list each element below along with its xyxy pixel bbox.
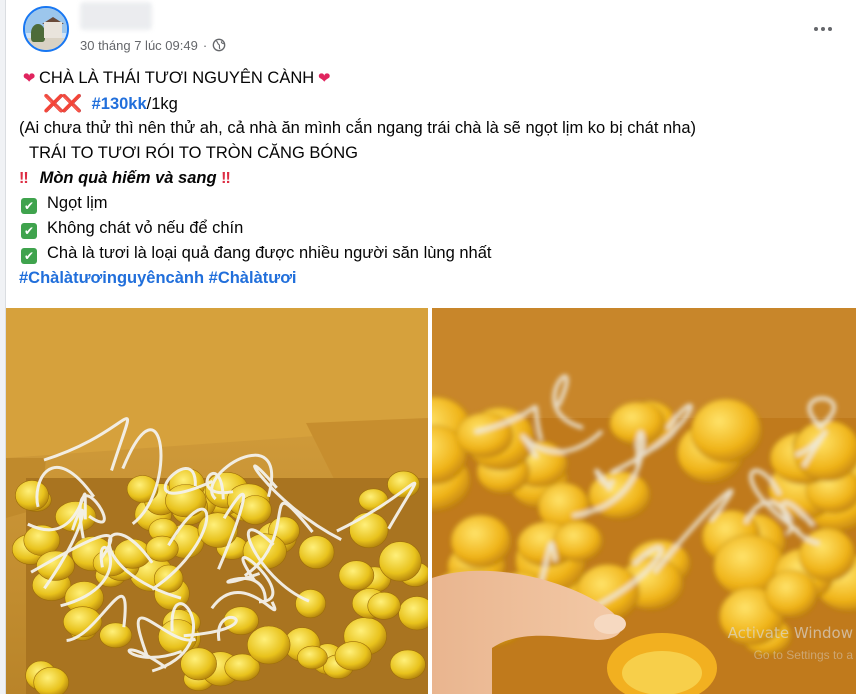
check-mark-icon: ✔ [21,198,37,214]
date-fruit [338,560,375,591]
date-fruit [367,591,401,620]
price-unit: /1kg [146,95,178,113]
date-fruit [298,535,335,569]
emphasis-text: Mòn quà hiếm và sang [39,169,217,187]
date-fruit [15,480,49,511]
bullet-item: ✔ Không chát vỏ nếu để chín [19,216,849,241]
date-fruit [297,645,328,670]
date-fruit [450,514,512,568]
bullet-text: Không chát vỏ nếu để chín [47,219,244,237]
hashtag-link[interactable]: #Chàlàtươinguyêncành [19,269,204,287]
photo-dates-closeup[interactable]: Activate Window Go to Settings to a [432,308,856,694]
windows-activation-subtext: Go to Settings to a [753,648,853,662]
date-fruit [180,647,217,681]
photo-grid: Activate Window Go to Settings to a [6,308,856,694]
post-text: ❤ CHÀ LÀ THÁI TƯƠI NGUYÊN CÀNH ❤ ❌❌ #130kk… [19,66,849,291]
check-mark-icon: ✔ [21,248,37,264]
bullet-item: ✔ Chà là tươi là loại quả đang được nhiều… [19,241,849,266]
double-exclamation-icon: ‼ [221,170,231,187]
date-fruit [247,625,291,665]
date-fruit [389,649,426,680]
date-fruit [358,488,389,512]
facebook-post: 30 tháng 7 lúc 09:49 · ❤ CHÀ LÀ THÁI TƯƠI… [5,0,856,694]
windows-activation-watermark: Activate Window [727,624,853,642]
double-exclamation-icon: ‼ [19,170,29,187]
hashtags-line: #Chàlàtươinguyêncành #Chàlàtươi [19,266,849,291]
post-timestamp[interactable]: 30 tháng 7 lúc 09:49 [80,38,198,53]
heart-icon: ❤ [317,70,331,87]
date-fruit [378,541,422,582]
bullet-text: Chà là tươi là loại quả đang được nhiều … [47,244,492,262]
date-fruit [765,570,818,618]
date-fruit [33,667,69,694]
globe-icon[interactable] [212,38,226,52]
bullet-item: ✔ Ngọt lịm [19,191,849,216]
author-name-blurred[interactable] [80,2,152,30]
bullet-text: Ngọt lịm [47,194,108,212]
more-horizontal-icon[interactable] [809,18,837,40]
note-line: (Ai chưa thử thì nên thử ah, cả nhà ăn m… [19,119,697,137]
hashtag-link[interactable]: #Chàlàtươi [209,269,297,287]
date-fruit [349,512,389,549]
date-fruit [295,589,327,619]
date-fruit [799,528,856,582]
heart-icon: ❤ [22,70,36,87]
post-meta: 30 tháng 7 lúc 09:49 · [80,36,226,54]
date-fruit [99,622,133,649]
title-line: ❤ CHÀ LÀ THÁI TƯƠI NGUYÊN CÀNH ❤ [19,66,849,91]
cross-icon: ❌ [61,94,83,113]
date-fruit [553,521,603,562]
date-fruit [334,641,372,671]
date-fruit [690,398,762,463]
post-title: CHÀ LÀ THÁI TƯƠI NGUYÊN CÀNH [39,69,315,87]
date-fruit [223,606,259,636]
cross-icon: ❌ [43,94,65,113]
profile-avatar[interactable] [23,6,69,52]
photo-dates-in-box[interactable] [6,308,428,694]
price-line: ❌❌ #130kk/1kg [19,91,849,116]
post-header: 30 tháng 7 lúc 09:49 · [6,0,856,62]
hashtag-price[interactable]: #130kk [92,95,147,113]
date-fruit [456,412,513,458]
caps-line: TRÁI TO TƯƠI RÓI TO TRÒN CĂNG BÓNG [29,144,358,162]
date-fruit [165,484,207,518]
emphasis-line: ‼ Mòn quà hiếm và sang ‼ [19,166,849,191]
check-mark-icon: ✔ [21,223,37,239]
